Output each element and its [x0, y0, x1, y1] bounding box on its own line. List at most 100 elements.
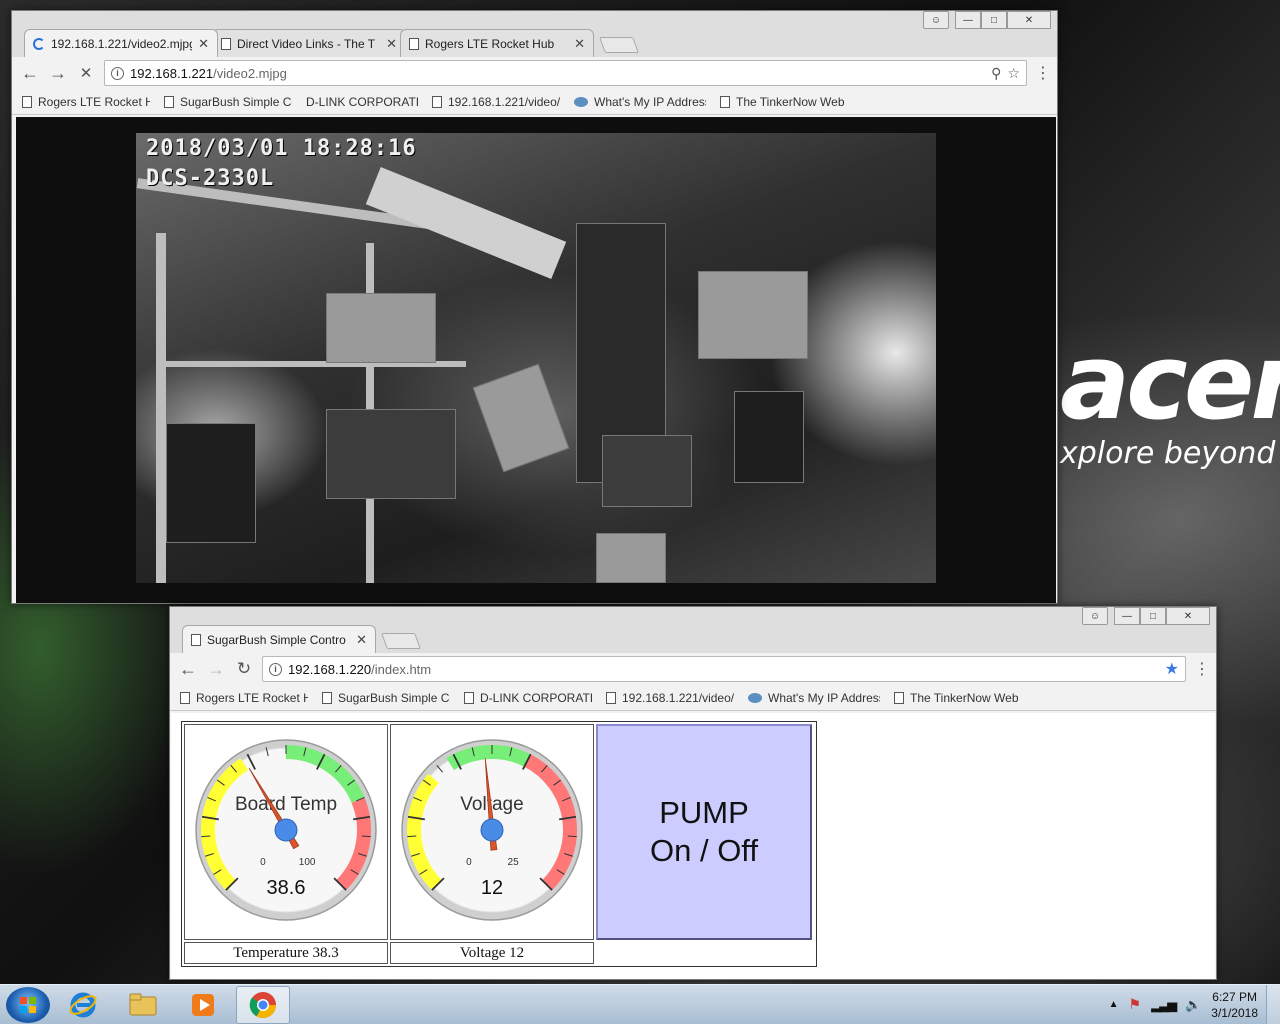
- url-text: 192.168.1.221/video2.mjpg: [130, 65, 287, 81]
- clock[interactable]: 6:27 PM 3/1/2018: [1211, 989, 1258, 1021]
- bookmark-item[interactable]: D-LINK CORPORATIC: [306, 95, 418, 109]
- address-bar[interactable]: i 192.168.1.220/index.htm ★: [262, 656, 1186, 682]
- pump-toggle-button[interactable]: PUMP On / Off: [596, 724, 812, 940]
- gauge-hub: [274, 818, 298, 842]
- tab-title: 192.168.1.221/video2.mjpg: [51, 36, 193, 51]
- maximize-button[interactable]: □: [981, 11, 1007, 29]
- tab-title: SugarBush Simple Contro: [207, 632, 346, 647]
- document-icon: [894, 691, 904, 704]
- folder-icon: [129, 993, 157, 1015]
- show-hidden-icons-icon[interactable]: ▲: [1109, 999, 1119, 1010]
- address-bar[interactable]: i 192.168.1.221/video2.mjpg ⚲ ☆: [104, 60, 1027, 86]
- site-info-icon[interactable]: i: [269, 662, 282, 676]
- user-profile-icon[interactable]: ☺: [1082, 607, 1108, 625]
- clock-date: 3/1/2018: [1211, 1005, 1258, 1020]
- back-arrow-icon[interactable]: ←: [20, 63, 40, 83]
- zoom-icon[interactable]: ⚲: [991, 65, 1001, 82]
- package: [602, 435, 692, 507]
- gauge-cell-voltage: Voltage 0 25 12: [390, 724, 594, 940]
- bookmark-item[interactable]: What's My IP Address: [574, 95, 706, 109]
- close-tab-icon[interactable]: ✕: [198, 36, 209, 52]
- close-tab-icon[interactable]: ✕: [386, 36, 397, 52]
- gauge-tick: [361, 835, 371, 838]
- document-icon: [322, 691, 332, 704]
- tab-direct-video-links[interactable]: Direct Video Links - The T ✕: [212, 29, 406, 57]
- action-center-flag-icon[interactable]: ⚑: [1129, 996, 1142, 1013]
- bookmark-item[interactable]: 192.168.1.221/video/: [432, 95, 560, 109]
- clock-time: 6:27 PM: [1212, 989, 1257, 1004]
- taskbar-chrome[interactable]: [236, 985, 290, 1024]
- tab-sugarbush-control[interactable]: SugarBush Simple Contro ✕: [182, 625, 376, 653]
- document-icon: [221, 37, 231, 50]
- bookmarks-bar: Rogers LTE Rocket Hu SugarBush Simple Co…: [12, 89, 1057, 115]
- bookmark-item[interactable]: D-LINK CORPORATIC: [464, 691, 592, 705]
- voltage-gauge: Voltage0 2512: [401, 739, 583, 921]
- network-signal-icon[interactable]: ▂▃▅: [1151, 997, 1177, 1013]
- pump-button-line2: On / Off: [650, 833, 758, 868]
- tab-strip: SugarBush Simple Contro ✕: [182, 625, 421, 653]
- taskbar-media-player[interactable]: [176, 986, 230, 1024]
- storage-basket: [326, 293, 436, 363]
- minimize-button[interactable]: —: [1114, 607, 1140, 625]
- document-icon: [409, 37, 419, 50]
- toolbar: ← → ✕ i 192.168.1.221/video2.mjpg ⚲ ☆ ⋮: [12, 57, 1057, 89]
- system-tray: ▲ ⚑ ▂▃▅ 🔈 6:27 PM 3/1/2018: [1109, 989, 1266, 1021]
- control-table: Board Temp 0 100 38.6 Voltage 0 25 12 PUMP On …: [181, 721, 817, 967]
- bookmark-star-icon[interactable]: ★: [1165, 659, 1179, 679]
- stop-loading-icon[interactable]: ✕: [76, 63, 96, 83]
- bookmark-star-icon[interactable]: ☆: [1007, 65, 1020, 82]
- close-window-button[interactable]: ✕: [1166, 607, 1210, 625]
- chrome-menu-icon[interactable]: ⋮: [1035, 63, 1051, 83]
- bookmark-item[interactable]: The TinkerNow Web: [720, 95, 845, 109]
- title-bar: ☺ — □ ✕ SugarBush Simple Contro ✕: [170, 607, 1216, 653]
- forward-arrow-icon[interactable]: →: [206, 659, 226, 679]
- show-desktop-button[interactable]: [1266, 984, 1280, 1024]
- bookmark-item[interactable]: Rogers LTE Rocket Hu: [22, 95, 150, 109]
- close-tab-icon[interactable]: ✕: [356, 632, 367, 648]
- bookmark-item[interactable]: SugarBush Simple Co: [164, 95, 292, 109]
- tab-title: Rogers LTE Rocket Hub: [425, 36, 555, 51]
- forward-arrow-icon[interactable]: →: [48, 63, 68, 83]
- document-icon: [180, 691, 190, 704]
- camera-timestamp: 2018/03/01 18:28:16: [146, 136, 417, 161]
- taskbar-internet-explorer[interactable]: [56, 986, 110, 1024]
- new-tab-button[interactable]: [381, 633, 421, 649]
- gauge-min-label: 0: [260, 857, 266, 868]
- bookmark-item[interactable]: What's My IP Address: [748, 691, 880, 705]
- title-bar: ☺ — □ ✕ 192.168.1.221/video2.mjpg ✕ Dire…: [12, 11, 1057, 57]
- shelf-post: [156, 233, 166, 583]
- document-icon: [464, 691, 474, 704]
- back-arrow-icon[interactable]: ←: [178, 659, 198, 679]
- tab-rogers-hub[interactable]: Rogers LTE Rocket Hub ✕: [400, 29, 594, 57]
- maximize-button[interactable]: □: [1140, 607, 1166, 625]
- document-icon: [720, 95, 730, 108]
- minimize-button[interactable]: —: [955, 11, 981, 29]
- site-info-icon[interactable]: i: [111, 66, 124, 80]
- temperature-gauge: Board Temp 0 100 38.6: [195, 739, 377, 921]
- document-icon: [191, 633, 201, 646]
- globe-icon: [748, 692, 762, 703]
- tab-video-stream[interactable]: 192.168.1.221/video2.mjpg ✕: [24, 29, 218, 57]
- bookmarks-bar: Rogers LTE Rocket Hu SugarBush Simple Co…: [170, 685, 1216, 711]
- close-tab-icon[interactable]: ✕: [574, 36, 585, 52]
- taskbar-file-explorer[interactable]: [116, 986, 170, 1024]
- bookmark-item[interactable]: The TinkerNow Web: [894, 691, 1019, 705]
- gauge-tick: [407, 835, 417, 838]
- cardboard-box: [472, 363, 570, 473]
- reload-icon[interactable]: ↻: [234, 659, 254, 679]
- tab-title: Direct Video Links - The T: [237, 36, 376, 51]
- start-button[interactable]: [6, 986, 50, 1023]
- close-window-button[interactable]: ✕: [1007, 11, 1051, 29]
- gauge-min-label: 0: [466, 857, 472, 868]
- camera-video-frame: 2018/03/01 18:28:16 DCS-2330L: [136, 133, 936, 583]
- user-profile-icon[interactable]: ☺: [923, 11, 949, 29]
- bookmark-item[interactable]: 192.168.1.221/video/: [606, 691, 734, 705]
- volume-muted-icon[interactable]: 🔈: [1185, 997, 1201, 1013]
- toolbar: ← → ↻ i 192.168.1.220/index.htm ★ ⋮: [170, 653, 1216, 685]
- internet-explorer-icon: [69, 992, 97, 1017]
- chrome-menu-icon[interactable]: ⋮: [1194, 659, 1210, 679]
- gauge-label: Board Temp: [235, 794, 337, 815]
- bookmark-item[interactable]: SugarBush Simple Co: [322, 691, 450, 705]
- bookmark-item[interactable]: Rogers LTE Rocket Hu: [180, 691, 308, 705]
- new-tab-button[interactable]: [599, 37, 639, 53]
